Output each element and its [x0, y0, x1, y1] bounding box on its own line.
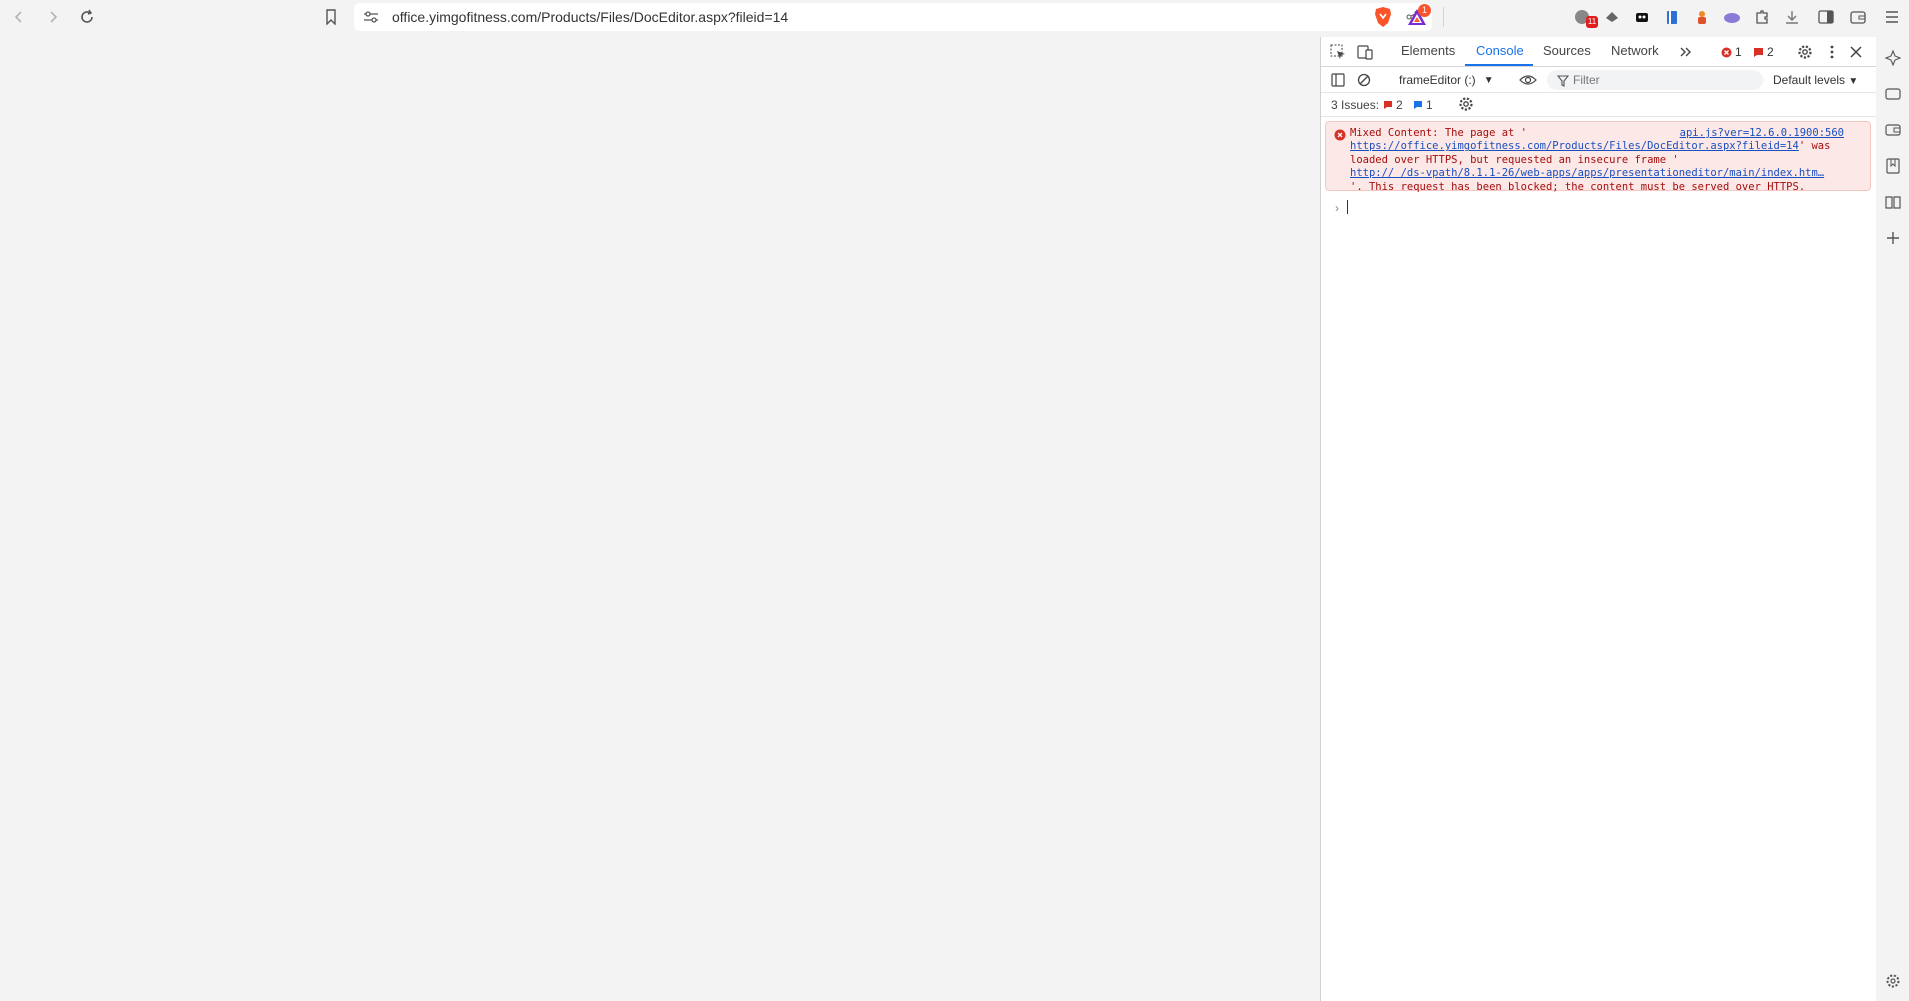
add-panel-icon[interactable]: [1884, 229, 1902, 247]
message-link-page[interactable]: https://office.yimgofitness.com/Products…: [1350, 140, 1799, 152]
issue-flag-icon: [1384, 101, 1392, 109]
site-settings-icon[interactable]: [362, 8, 380, 26]
active-tab-indicator: [1465, 64, 1533, 66]
close-icon[interactable]: [1847, 43, 1865, 61]
extension-doc-icon[interactable]: [1662, 7, 1682, 27]
issues-info-count[interactable]: 1: [1413, 98, 1433, 112]
media-icon[interactable]: [1884, 85, 1902, 103]
extension-badge: 11: [1586, 16, 1598, 28]
issues-blue-value: 1: [1426, 98, 1433, 112]
sidebar-icon[interactable]: [1816, 7, 1836, 27]
tab-console[interactable]: Console: [1476, 43, 1524, 58]
warning-count: 2: [1767, 45, 1774, 59]
error-count: 1: [1735, 45, 1742, 59]
extension-character-icon[interactable]: [1692, 7, 1712, 27]
download-icon[interactable]: [1782, 7, 1802, 27]
issues-bar[interactable]: 3 Issues: 2 1: [1321, 93, 1877, 117]
console-toolbar: frameEditor (:) ▼ Filter Default levels …: [1321, 67, 1877, 93]
bookmark-icon[interactable]: [320, 6, 342, 28]
issue-flag-icon: [1754, 47, 1763, 57]
message-part-1: Mixed Content: The page at ': [1350, 127, 1528, 139]
info-flag-icon: [1414, 101, 1422, 109]
context-selector[interactable]: frameEditor (:) ▼: [1393, 70, 1503, 90]
leo-ai-icon[interactable]: [1884, 49, 1902, 67]
back-icon[interactable]: [6, 5, 32, 29]
tab-elements[interactable]: Elements: [1401, 43, 1455, 58]
issues-red-value: 2: [1396, 98, 1403, 112]
dropdown-arrow-icon: ▼: [1848, 76, 1859, 87]
bookmarks-panel-icon[interactable]: [1884, 157, 1902, 175]
issues-error-count[interactable]: 2: [1383, 98, 1403, 112]
forward-icon[interactable]: [40, 5, 66, 29]
devtools-tab-bar: Elements Console Sources Network 1 2: [1321, 37, 1877, 67]
wallet-panel-icon[interactable]: [1884, 121, 1902, 139]
menu-icon[interactable]: [1882, 7, 1902, 27]
context-label: frameEditor (:): [1399, 73, 1476, 87]
tab-network[interactable]: Network: [1611, 43, 1659, 58]
url-text[interactable]: office.yimgofitness.com/Products/Files/D…: [392, 9, 788, 25]
brave-shields-icon[interactable]: [1372, 5, 1394, 29]
tab-sources[interactable]: Sources: [1543, 43, 1591, 58]
side-panel: [1876, 37, 1909, 1001]
message-part-3: '. This request has been blocked; the co…: [1350, 180, 1806, 193]
inspect-element-icon[interactable]: [1329, 43, 1347, 61]
dropdown-arrow-icon: ▼: [1483, 74, 1494, 86]
console-input[interactable]: [1347, 200, 1348, 214]
message-text: Mixed Content: The page at ' https://off…: [1350, 127, 1850, 194]
issues-label: 3 Issues:: [1331, 98, 1380, 112]
puzzle-icon[interactable]: [1752, 7, 1772, 27]
message-link-frame[interactable]: http:// /ds-vpath/8.1.1-26/web-apps/apps…: [1350, 167, 1824, 179]
rewards-badge: 1: [1418, 4, 1431, 17]
console-error-message[interactable]: api.js?ver=12.6.0.1900:560 Mixed Content…: [1325, 121, 1871, 194]
error-counter[interactable]: 1: [1721, 45, 1742, 59]
error-icon: [1721, 47, 1732, 57]
filter-icon: [1556, 74, 1570, 87]
warning-counter[interactable]: 2: [1753, 45, 1774, 59]
settings-gear-icon[interactable]: [1796, 43, 1814, 61]
log-levels-dropdown[interactable]: Default levels ▼: [1773, 73, 1858, 87]
address-bar[interactable]: office.yimgofitness.com/Products/Files/D…: [354, 3, 1432, 31]
browser-toolbar: office.yimgofitness.com/Products/Files/D…: [0, 0, 1909, 34]
devtools-panel: Elements Console Sources Network 1 2 fra…: [1320, 37, 1877, 1001]
extension-mask-icon[interactable]: [1632, 7, 1652, 27]
wallet-icon[interactable]: [1848, 7, 1868, 27]
console-prompt-icon: ›: [1335, 201, 1339, 215]
kebab-menu-icon[interactable]: [1823, 43, 1841, 61]
reload-icon[interactable]: [74, 5, 100, 29]
toolbar-separator: [1443, 7, 1444, 27]
more-tabs-icon[interactable]: [1677, 43, 1695, 61]
clear-console-icon[interactable]: [1355, 71, 1373, 89]
panel-settings-gear-icon[interactable]: [1884, 972, 1902, 990]
device-toolbar-icon[interactable]: [1356, 43, 1374, 61]
sidebar-toggle-icon[interactable]: [1329, 71, 1347, 89]
error-icon: [1334, 128, 1346, 141]
extension-cloud-icon[interactable]: [1722, 7, 1742, 27]
reading-list-icon[interactable]: [1884, 193, 1902, 211]
eye-icon[interactable]: [1519, 71, 1537, 89]
extension-arrow-icon[interactable]: [1602, 7, 1622, 27]
filter-input[interactable]: Filter: [1547, 70, 1763, 90]
page-content[interactable]: [0, 37, 1320, 1001]
levels-label: Default levels: [1773, 73, 1846, 87]
issues-settings-gear-icon[interactable]: [1457, 95, 1475, 113]
